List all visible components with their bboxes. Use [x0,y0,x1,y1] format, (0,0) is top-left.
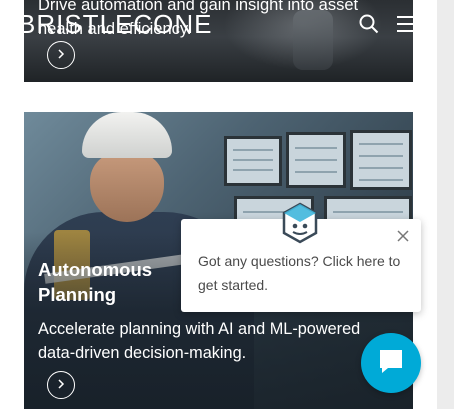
site-header: BRISTLECONE [0,0,437,48]
chevron-right-icon [56,376,66,394]
brand-logo[interactable]: BRISTLECONE [18,10,213,38]
hamburger-menu-icon[interactable] [397,15,419,33]
chat-launcher-button[interactable] [361,333,421,393]
card-description: Accelerate planning with AI and ML-power… [38,320,361,362]
search-icon[interactable] [359,14,379,34]
card-arrow-button[interactable] [47,371,75,399]
chevron-right-icon [56,46,66,64]
chat-bubble-icon [376,346,406,381]
chat-greeting-text[interactable]: Got any questions? Click here to get sta… [198,249,413,297]
chatbot-avatar-icon [281,202,319,244]
scrollbar-track[interactable] [437,0,454,409]
close-icon[interactable] [396,229,410,243]
